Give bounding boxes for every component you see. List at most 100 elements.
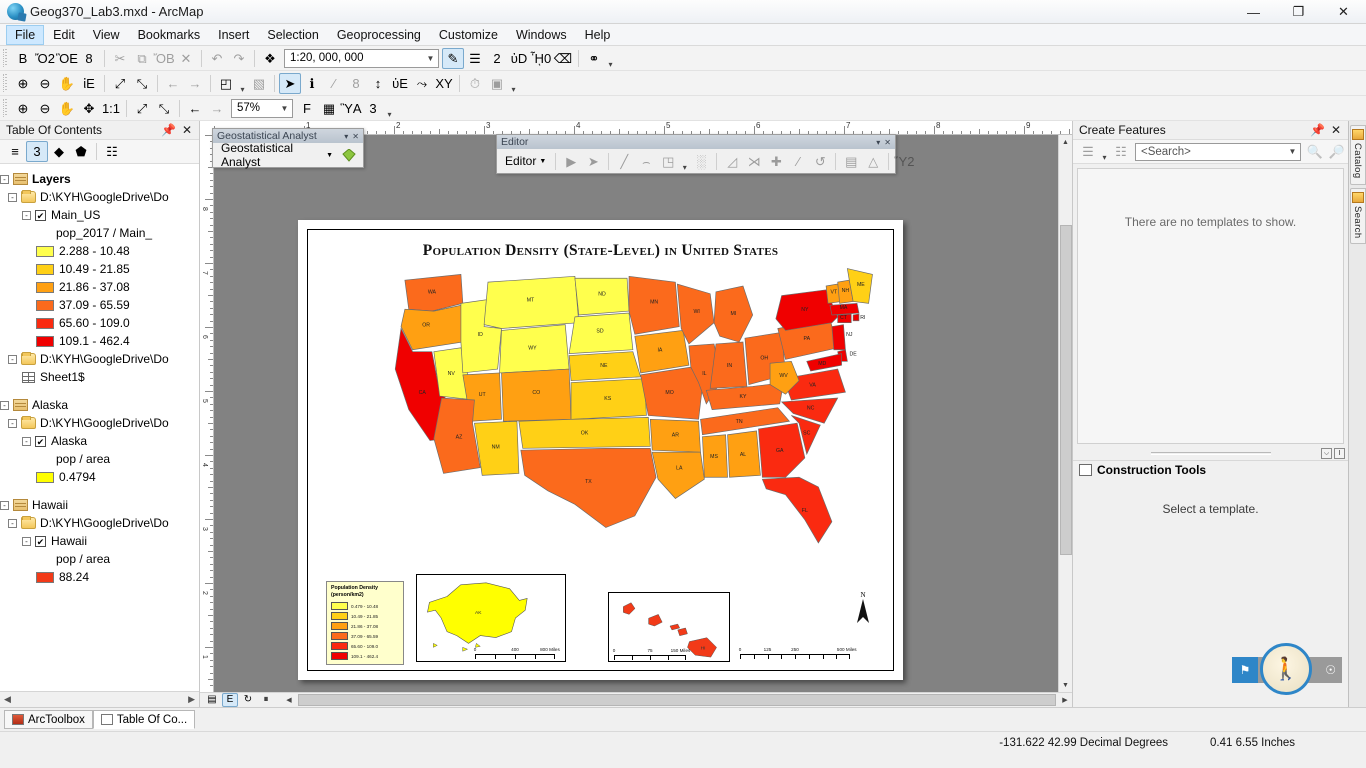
toc-item-10-49-21-85[interactable]: 10.49 - 21.85 [0,260,199,278]
panel-options-icon[interactable]: I [1334,448,1345,459]
construction-grid-icon[interactable]: ░ [690,151,712,172]
print-icon[interactable]: ὚8 [78,48,100,69]
copy-icon[interactable]: ⧉ [131,48,153,69]
editor-toolbar[interactable]: Editor ▾ ✕ Editor ▼ ▶ ➤ ╱ ⌢ ◳ ▾ ░ ◿ ⋊ ✚ ∕ ↺ ▤ △ Ὕ2 [496,134,896,174]
table-of-contents-icon[interactable]: ☰ [464,48,486,69]
go-next-extent-icon[interactable]: → [184,73,206,94]
toc-item-88-24[interactable]: 88.24 [0,568,199,586]
table-of-contents-tab[interactable]: Table Of Co... [93,710,195,729]
open-icon[interactable]: Ὄ2 [34,48,56,69]
layout-page[interactable]: Population Density (State-Level) in Unit… [298,220,903,680]
pan-icon[interactable]: ✋ [56,73,78,94]
cut-polygons-icon[interactable]: ✚ [765,151,787,172]
find-route-icon[interactable]: ⤳ [411,73,433,94]
chevron-down-icon[interactable]: ▾ [679,151,690,172]
layout-zoom-out-icon[interactable]: ⊖ [34,98,56,119]
edit-vertices-tool-icon[interactable]: ◿ [721,151,743,172]
zoom-whole-page-icon[interactable]: ✥ [78,98,100,119]
python-window-icon[interactable]: ⌫ [552,48,574,69]
list-by-selection-icon[interactable]: ⬟ [70,141,92,162]
toggle-draft-mode-icon[interactable]: ὜F [296,98,318,119]
list-by-source-icon[interactable]: ὜3 [26,141,48,162]
close-button[interactable]: ✕ [1321,0,1366,24]
scroll-up-icon[interactable]: ▲ [1059,135,1073,149]
data-view-icon[interactable]: ▤ [204,693,220,707]
chevron-down-icon[interactable]: ▼ [539,158,546,165]
chevron-down-icon[interactable]: ▼ [326,152,333,159]
layer-visibility-checkbox[interactable]: ✔ [35,210,46,221]
create-new-template-icon[interactable]: ☷ [1110,141,1132,162]
search-tab[interactable]: Search [1350,188,1366,245]
hyperlink-icon[interactable]: ∕ [323,73,345,94]
panel-splitter[interactable]: ⌵ I [1073,448,1348,460]
add-data-icon[interactable]: ❖ [259,48,281,69]
tree-expander-icon[interactable]: - [8,355,17,364]
toc-item-65-60-109-0[interactable]: 65.60 - 109.0 [0,314,199,332]
go-forward-layout-extent-icon[interactable]: → [206,98,228,119]
toc-item-layers[interactable]: - Layers [0,170,199,188]
point-tool-icon[interactable]: ⚑ [1232,657,1258,683]
straight-segment-icon[interactable]: ╱ [613,151,635,172]
toc-item-pop-area[interactable]: pop / area [0,550,199,568]
toc-bottom-scroll[interactable]: ◀ ▶ [0,691,199,707]
menu-item-help[interactable]: Help [576,25,620,45]
auto-hide-pin-icon[interactable]: 📌 [1310,123,1325,137]
layout-fixed-zoom-in-icon[interactable]: ⤢ [131,98,153,119]
edit-annotation-tool-icon[interactable]: ➤ [582,151,604,172]
toc-item-alaska[interactable]: - Alaska [0,396,199,414]
chevron-down-icon[interactable]: ▼ [1285,147,1300,156]
auto-hide-pin-icon[interactable]: 📌 [161,123,176,137]
tree-expander-icon[interactable]: - [8,193,17,202]
zoom-100-percent-icon[interactable]: 1:1 [100,98,122,119]
windows-cortana-overlay-icon[interactable]: 🚶 [1260,643,1312,695]
toc-item-d-kyh-googledrive-do[interactable]: - D:\KYH\GoogleDrive\Do [0,414,199,432]
tree-expander-icon[interactable]: - [22,437,31,446]
menu-item-bookmarks[interactable]: Bookmarks [129,25,210,45]
go-back-extent-icon[interactable]: ← [162,73,184,94]
north-arrow[interactable]: N [855,591,871,628]
toc-item-main-us[interactable]: - ✔ Main_US [0,206,199,224]
search-window-icon[interactable]: ὐD [508,48,530,69]
model-builder-icon[interactable]: ⚭ [583,48,605,69]
splitter-grip[interactable] [1151,452,1271,455]
tree-expander-icon[interactable]: - [8,419,17,428]
template-search-input[interactable]: <Search> ▼ [1135,143,1301,161]
focus-data-frame-icon[interactable]: ▦ [318,98,340,119]
undo-icon[interactable]: ↶ [206,48,228,69]
layout-canvas[interactable]: Population Density (State-Level) in Unit… [214,135,1058,692]
refresh-view-icon[interactable]: ↻ [240,693,256,707]
toc-item-37-09-65-59[interactable]: 37.09 - 65.59 [0,296,199,314]
edit-tool-icon[interactable]: ▶ [560,151,582,172]
trace-icon[interactable]: ◳ [657,151,679,172]
legend-swatch[interactable] [36,282,54,293]
toc-item-109-1-462-4[interactable]: 109.1 - 462.4 [0,332,199,350]
end-point-arc-segment-icon[interactable]: ⌢ [635,151,657,172]
list-by-visibility-icon[interactable]: ◆ [48,141,70,162]
change-layout-icon[interactable]: ὛA [340,98,362,119]
toc-item-hawaii[interactable]: - Hawaii [0,496,199,514]
geostatistical-analyst-toolbar[interactable]: Geostatistical Analyst ▾ ✕ Geostatistica… [212,128,364,168]
toc-item-2-288-10-48[interactable]: 2.288 - 10.48 [0,242,199,260]
minimize-button[interactable]: — [1231,0,1276,24]
vertical-scroll-thumb[interactable] [1060,225,1072,555]
redo-icon[interactable]: ↷ [228,48,250,69]
cut-icon[interactable]: ✂ [109,48,131,69]
list-by-drawing-order-icon[interactable]: ≡ [4,141,26,162]
tree-expander-icon[interactable]: - [0,175,9,184]
menu-item-insert[interactable]: Insert [209,25,258,45]
toc-item-0-4794[interactable]: 0.4794 [0,468,199,486]
map-legend[interactable]: Population Density (person/km2) 0.479 - … [326,581,404,665]
edit-vertices-icon[interactable]: ✎ [442,48,464,69]
toc-item-pop-area[interactable]: pop / area [0,450,199,468]
menu-item-view[interactable]: View [84,25,129,45]
collapse-all-icon[interactable]: ⌵ [1321,448,1332,459]
tree-expander-icon[interactable]: - [22,537,31,546]
fixed-zoom-out-icon[interactable]: ⤡ [131,73,153,94]
find-icon[interactable]: ὐE [389,73,411,94]
pause-drawing-icon[interactable]: ⏸ [258,693,274,707]
delete-icon[interactable]: ✕ [175,48,197,69]
zoom-out-icon[interactable]: ⊖ [34,73,56,94]
html-popup-icon[interactable]: ὞8 [345,73,367,94]
select-elements-icon[interactable]: ➤ [279,73,301,94]
horizontal-scroll-thumb[interactable] [298,694,1056,706]
